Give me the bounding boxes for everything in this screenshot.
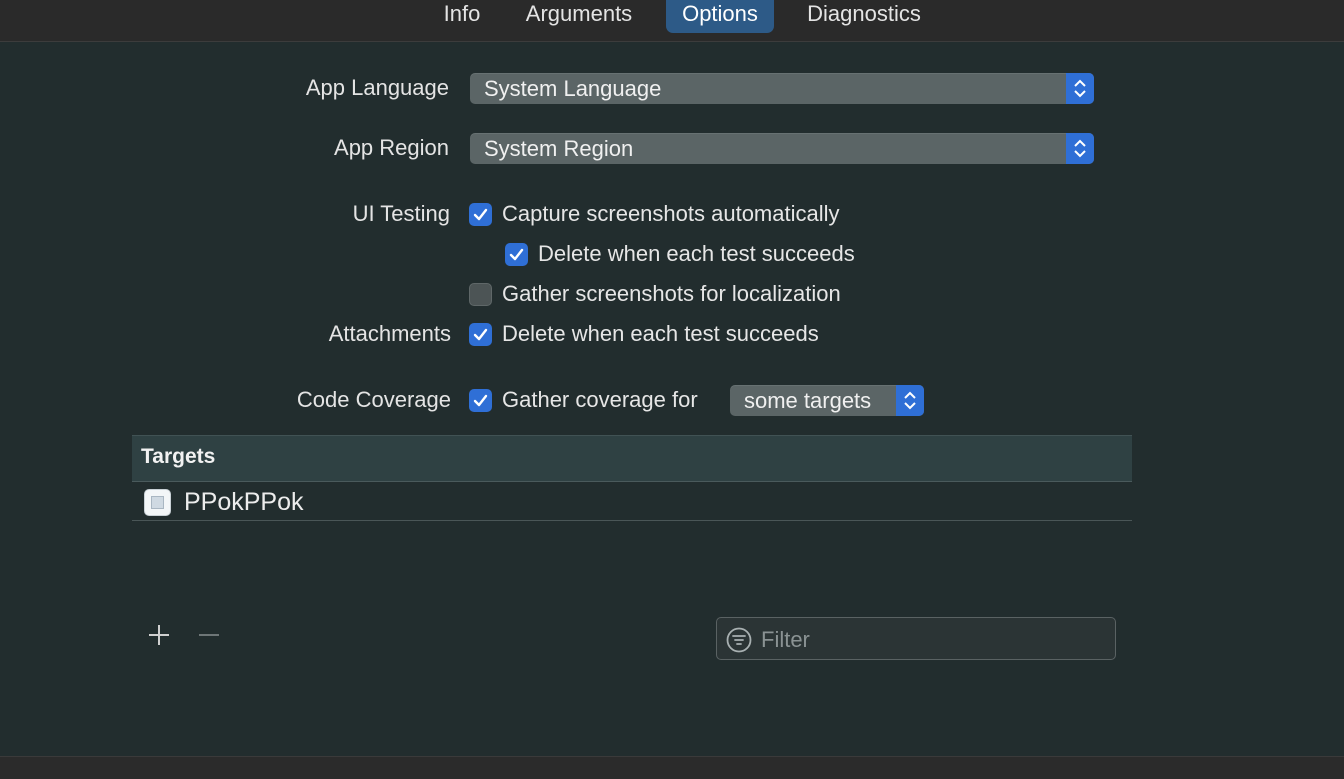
coverage-scope-value: some targets — [744, 388, 872, 413]
checkmark-icon — [473, 208, 488, 221]
app-region-popup[interactable]: System Region — [470, 133, 1094, 164]
app-icon — [144, 489, 171, 516]
checkmark-icon — [473, 394, 488, 407]
remove-target-button[interactable] — [194, 623, 224, 653]
tab-bar: Info Arguments Options Diagnostics — [0, 0, 1344, 42]
targets-column-header: Targets — [141, 445, 216, 468]
targets-table-header[interactable]: Targets — [132, 435, 1132, 482]
target-name: PPokPPok — [184, 488, 304, 516]
chevron-updown-icon — [896, 385, 924, 416]
tab-arguments[interactable]: Arguments — [508, 0, 650, 33]
capture-screenshots-label: Capture screenshots automatically — [502, 201, 840, 226]
delete-attachments-checkbox[interactable] — [469, 323, 492, 346]
checkmark-icon — [509, 248, 524, 261]
tab-options[interactable]: Options — [666, 0, 774, 33]
app-language-popup[interactable]: System Language — [470, 73, 1094, 104]
tab-info[interactable]: Info — [428, 0, 496, 33]
minus-icon — [199, 634, 219, 636]
chevron-updown-icon — [1066, 73, 1094, 104]
filter-input[interactable] — [759, 624, 1103, 656]
delete-attachments-label: Delete when each test succeeds — [502, 321, 819, 346]
checkmark-icon — [473, 328, 488, 341]
filter-icon — [726, 627, 752, 653]
delete-screenshots-checkbox[interactable] — [505, 243, 528, 266]
chevron-updown-icon — [1066, 133, 1094, 164]
filter-field[interactable] — [716, 617, 1116, 660]
delete-screenshots-label: Delete when each test succeeds — [538, 241, 855, 266]
app-region-label: App Region — [334, 135, 449, 160]
app-language-label: App Language — [305, 75, 449, 100]
attachments-label: Attachments — [328, 321, 451, 346]
tab-diagnostics[interactable]: Diagnostics — [788, 0, 940, 33]
gather-localization-checkbox[interactable] — [469, 283, 492, 306]
coverage-scope-popup[interactable]: some targets — [730, 385, 924, 416]
app-region-value: System Region — [484, 136, 634, 161]
gather-localization-label: Gather screenshots for localization — [502, 281, 841, 306]
gather-coverage-checkbox[interactable] — [469, 389, 492, 412]
app-language-value: System Language — [484, 76, 662, 101]
plus-icon — [149, 625, 169, 645]
code-coverage-label: Code Coverage — [296, 387, 451, 412]
ui-testing-label: UI Testing — [352, 201, 450, 226]
capture-screenshots-checkbox[interactable] — [469, 203, 492, 226]
table-row[interactable]: PPokPPok — [132, 483, 1132, 521]
add-target-button[interactable] — [144, 623, 174, 653]
gather-coverage-label: Gather coverage for — [502, 387, 698, 412]
bottom-bar — [0, 756, 1344, 779]
